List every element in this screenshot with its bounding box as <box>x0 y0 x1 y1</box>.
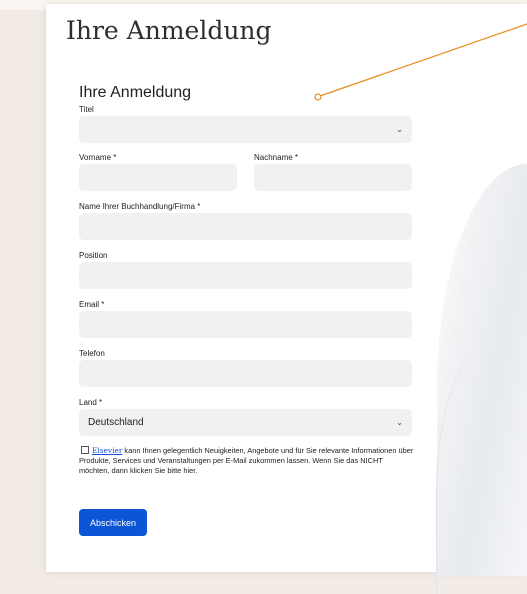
chevron-down-icon: ⌄ <box>396 418 403 427</box>
submit-button[interactable]: Abschicken <box>79 509 147 536</box>
nachname-label: Nachname * <box>254 153 299 162</box>
titel-label: Titel <box>79 105 94 114</box>
form-heading: Ihre Anmeldung <box>79 84 192 101</box>
land-value: Deutschland <box>88 417 144 428</box>
email-label: Email * <box>79 300 105 309</box>
consent-checkbox[interactable] <box>81 446 89 454</box>
email-input[interactable] <box>79 311 412 338</box>
nachname-input[interactable] <box>254 164 412 191</box>
titel-select[interactable]: ⌄ <box>79 116 412 143</box>
position-label: Position <box>79 251 108 260</box>
firma-label: Name Ihrer Buchhandlung/Firma * <box>79 202 201 211</box>
land-select[interactable]: Deutschland ⌄ <box>79 409 412 436</box>
position-input[interactable] <box>79 262 412 289</box>
vorname-input[interactable] <box>79 164 237 191</box>
vorname-label: Vorname * <box>79 153 117 162</box>
telefon-label: Telefon <box>79 349 105 358</box>
telefon-input[interactable] <box>79 360 412 387</box>
firma-input[interactable] <box>79 213 412 240</box>
annotation-dot <box>314 93 322 101</box>
land-label: Land * <box>79 398 103 407</box>
consent-body: kann Ihnen gelegentlich Neuigkeiten, Ang… <box>79 446 414 475</box>
elsevier-link[interactable]: Elsevier <box>92 446 122 455</box>
consent-text: Elsevier kann Ihnen gelegentlich Neuigke… <box>79 446 415 476</box>
chevron-down-icon: ⌄ <box>396 125 403 134</box>
